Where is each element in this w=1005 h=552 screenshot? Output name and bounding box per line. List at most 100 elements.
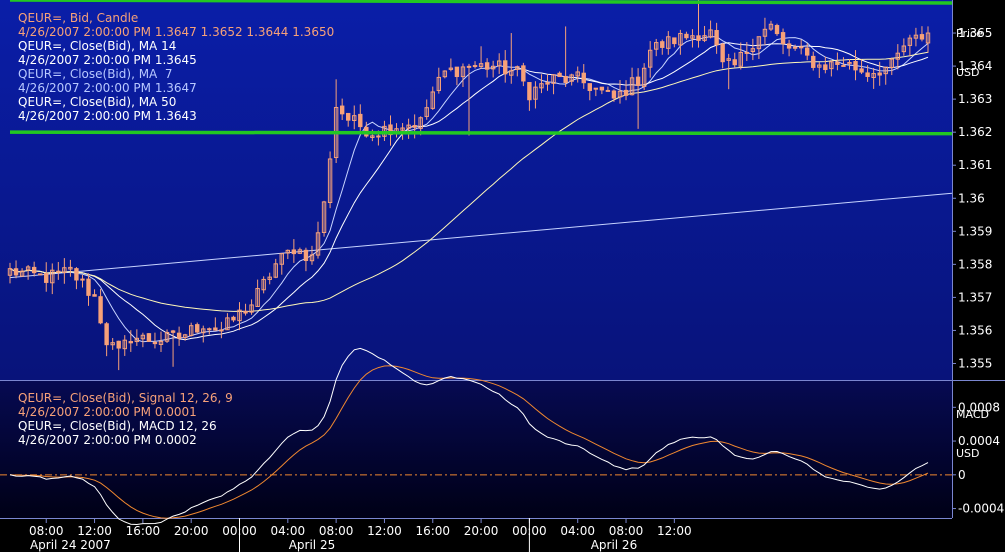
legend-line: 4/26/2007 2:00:00 PM 1.3643 — [18, 109, 197, 123]
candle-body — [581, 72, 586, 84]
candle-body — [128, 341, 133, 344]
candle-body — [503, 60, 508, 75]
candle-body — [865, 72, 870, 77]
candle-body — [98, 296, 103, 324]
candle-body — [412, 125, 417, 128]
candle-body — [213, 327, 218, 331]
candle-body — [877, 72, 882, 76]
candle-body — [466, 65, 472, 68]
price-tick-label: 1.358 — [958, 257, 992, 271]
candle-body — [74, 268, 79, 281]
date-label: April 25 — [289, 538, 336, 552]
candle-body — [13, 268, 19, 276]
candle-body — [219, 329, 224, 332]
candle-body — [527, 82, 532, 101]
time-tick-label: 12:00 — [77, 524, 112, 538]
time-tick-label: 08:00 — [29, 524, 64, 538]
candle-body — [303, 249, 309, 261]
candle-body — [720, 43, 725, 63]
candle-body — [835, 61, 840, 65]
candle-body — [104, 323, 109, 346]
macd-axis-title-line2: USD — [956, 447, 980, 460]
candle-body — [339, 105, 345, 115]
candle-body — [635, 76, 641, 86]
candle-body — [684, 33, 689, 39]
time-tick-label: 04:00 — [560, 524, 595, 538]
candle-body — [195, 324, 200, 333]
legend-line: QEUR=, Close(Bid), Signal 12, 26, 9 — [18, 391, 233, 405]
time-tick-label: 12:00 — [657, 524, 692, 538]
candle-body — [780, 32, 786, 45]
legend-line: QEUR=, Close(Bid), MACD 12, 26 — [18, 419, 217, 433]
candle-body — [152, 341, 158, 345]
legend-line: QEUR=, Bid, Candle — [18, 11, 139, 25]
legend-line: 4/26/2007 2:00:00 PM 1.3647 1.3652 1.364… — [18, 25, 335, 39]
candle-body — [811, 55, 816, 68]
time-tick-label: 04:00 — [271, 524, 306, 538]
macd-axis-title-line1: MACD — [956, 408, 989, 421]
candle-body — [859, 68, 864, 73]
candle-body — [37, 273, 43, 276]
candle-body — [116, 340, 121, 349]
candle-body — [919, 34, 925, 40]
candle-body — [146, 333, 152, 343]
candle-body — [587, 83, 592, 92]
time-tick-label: 16:00 — [126, 524, 161, 538]
candle-body — [358, 113, 363, 128]
candle-body — [792, 46, 798, 49]
candle-body — [176, 332, 182, 339]
date-label: April 24 2007 — [30, 538, 111, 552]
candle-body — [207, 328, 212, 331]
price-tick-label: 1.362 — [958, 125, 992, 139]
candle-body — [243, 310, 248, 314]
legend-line: QEUR=, Close(Bid), MA 14 — [18, 39, 177, 53]
price-tick-label: 1.357 — [958, 290, 992, 304]
candle-body — [563, 75, 568, 84]
price-tick-label: 1.361 — [958, 158, 992, 172]
candle-body — [611, 90, 617, 99]
candle-body — [231, 316, 236, 321]
candle-body — [346, 112, 351, 121]
candle-body — [672, 37, 677, 45]
legend-line: QEUR=, Close(Bid), MA 7 — [18, 67, 173, 81]
candle-body — [714, 30, 719, 46]
price-axis-title: Price USD — [956, 1, 983, 92]
candle-body — [786, 43, 792, 49]
candle-body — [80, 278, 85, 281]
candle-body — [472, 65, 478, 68]
candle-body — [454, 66, 460, 78]
legend-line: 4/26/2007 2:00:00 PM 1.3647 — [18, 81, 197, 95]
candle-body — [805, 47, 810, 56]
time-tick-label: 16:00 — [415, 524, 450, 538]
macd-tick-label: -0.0004 — [958, 502, 1004, 516]
candle-body — [774, 25, 780, 35]
candle-body — [521, 65, 526, 82]
candle-body — [56, 270, 61, 273]
price-tick-label: 1.359 — [958, 224, 992, 238]
candle-body — [623, 89, 629, 96]
candle-body — [823, 64, 828, 71]
candle-body — [599, 86, 605, 91]
support-resistance-line — [9, 130, 953, 136]
legend-line: 4/26/2007 2:00:00 PM 0.0002 — [18, 433, 197, 447]
candle-body — [31, 266, 37, 274]
candle-body — [44, 273, 49, 283]
price-tick-label: 1.363 — [958, 92, 992, 106]
candle-body — [660, 41, 665, 48]
candle-body — [92, 294, 97, 297]
candle-body — [376, 135, 381, 138]
candle-body — [170, 330, 176, 333]
legend-line: 4/26/2007 2:00:00 PM 0.0001 — [18, 405, 197, 419]
candle-body — [545, 82, 550, 85]
price-axis-title-line1: Price — [956, 27, 983, 40]
macd-axis-title: MACD USD — [956, 382, 989, 473]
candle-body — [841, 64, 846, 67]
candle-body — [853, 61, 858, 71]
candle-body — [798, 46, 804, 49]
candle-body — [593, 87, 599, 90]
price-tick-label: 1.36 — [958, 191, 985, 205]
time-tick-label: 12:00 — [367, 524, 402, 538]
legend-line: QEUR=, Close(Bid), MA 50 — [18, 95, 177, 109]
price-axis-title-line2: USD — [956, 66, 980, 79]
candle-body — [696, 35, 701, 41]
